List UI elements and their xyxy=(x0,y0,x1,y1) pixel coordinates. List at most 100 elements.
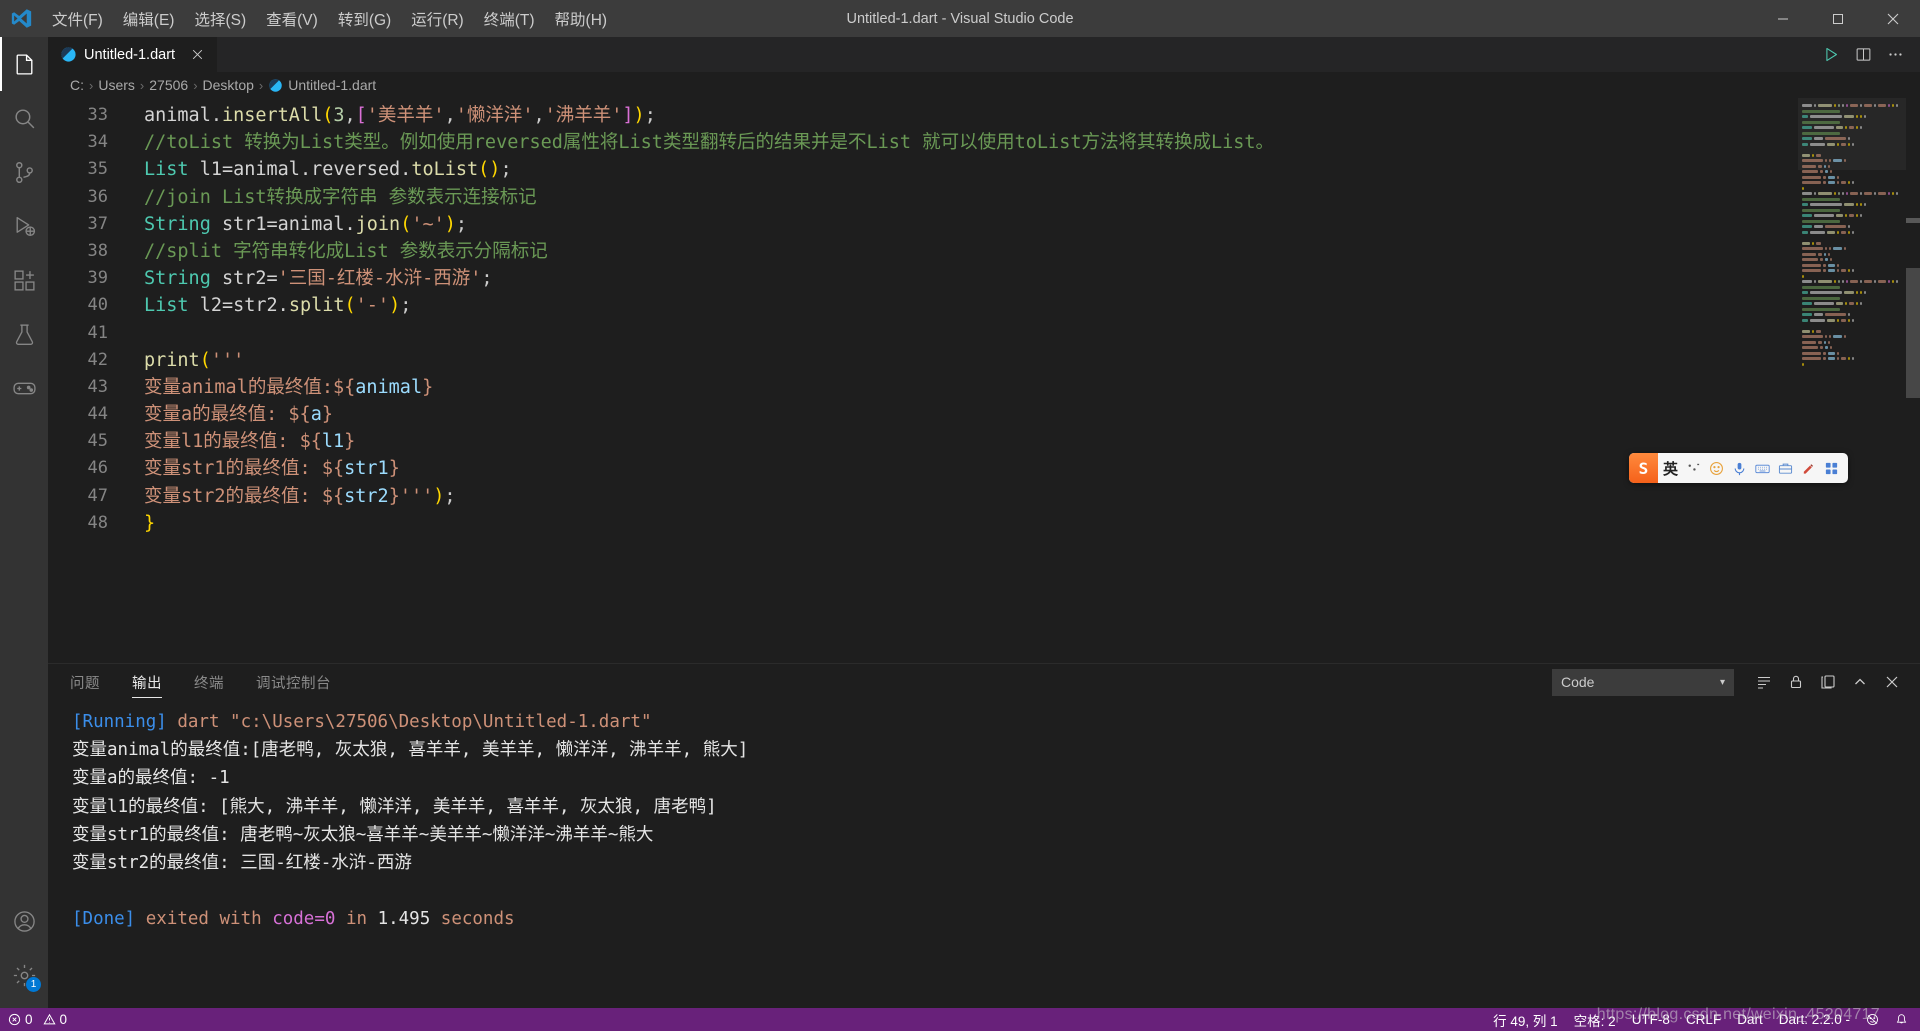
panel-tab-problems[interactable]: 问题 xyxy=(70,664,116,700)
line-content[interactable]: } xyxy=(132,510,1920,537)
line-content[interactable]: 变量l1的最终值: ${l1} xyxy=(132,428,1920,455)
activity-search[interactable] xyxy=(0,91,48,145)
minimap[interactable] xyxy=(1798,98,1906,663)
line-content[interactable]: //toList 转换为List类型。例如使用reversed属性将List类型… xyxy=(132,129,1920,156)
lock-icon[interactable] xyxy=(1782,668,1810,696)
minimize-button[interactable] xyxy=(1755,0,1810,37)
editor-tab-bar[interactable]: Untitled-1.dart xyxy=(48,37,1920,72)
status-right[interactable]: 行 49, 列 1 空格: 2 UTF-8 CRLF Dart Dart: 2.… xyxy=(1485,1008,1920,1031)
ime-toolbox-icon[interactable] xyxy=(1775,453,1796,483)
ime-mode-cn-icon[interactable]: 英 xyxy=(1660,453,1681,483)
activity-settings[interactable]: 1 xyxy=(0,948,48,1002)
code-line[interactable]: 47 变量str2的最终值: ${str2}'''); xyxy=(48,483,1920,510)
window-controls[interactable] xyxy=(1755,0,1920,37)
activity-extensions[interactable] xyxy=(0,253,48,307)
status-bar[interactable]: 0 0 行 49, 列 1 空格: 2 UTF-8 CRLF Dart Dart… xyxy=(0,1006,1920,1031)
tab-untitled-1-dart[interactable]: Untitled-1.dart xyxy=(48,37,219,72)
menu-view[interactable]: 查看(V) xyxy=(256,0,328,37)
output-channel-select[interactable]: Code ▾ xyxy=(1552,668,1734,696)
editor-actions[interactable] xyxy=(1816,37,1920,72)
ime-toolbar[interactable]: S 英 xyxy=(1629,453,1848,483)
menu-edit[interactable]: 编辑(E) xyxy=(113,0,185,37)
status-errors[interactable]: 0 0 xyxy=(0,1008,75,1031)
panel-tab-output[interactable]: 输出 xyxy=(116,664,178,700)
breadcrumb[interactable]: C: › Users › 27506 › Desktop › Untitled-… xyxy=(48,72,1920,98)
code-line[interactable]: 43 变量animal的最终值:${animal} xyxy=(48,374,1920,401)
ime-emoji-icon[interactable] xyxy=(1706,453,1727,483)
activity-testing[interactable] xyxy=(0,307,48,361)
code-editor[interactable]: 33 animal.insertAll(3,['美羊羊','懒洋洋','沸羊羊']… xyxy=(48,98,1920,663)
menu-file[interactable]: 文件(F) xyxy=(42,0,113,37)
panel-actions[interactable]: Code ▾ xyxy=(1552,668,1920,696)
close-icon[interactable] xyxy=(188,46,206,64)
breadcrumb-item-0[interactable]: C: xyxy=(70,77,84,93)
ime-apps-icon[interactable] xyxy=(1821,453,1842,483)
editor-scrollbar[interactable] xyxy=(1906,98,1920,663)
status-notifications[interactable] xyxy=(1887,1008,1920,1031)
close-button[interactable] xyxy=(1865,0,1920,37)
maximize-button[interactable] xyxy=(1810,0,1865,37)
menu-bar[interactable]: 文件(F) 编辑(E) 选择(S) 查看(V) 转到(G) 运行(R) 终端(T… xyxy=(42,0,617,37)
code-line[interactable]: 37 String str1=animal.join('~'); xyxy=(48,211,1920,238)
line-content[interactable]: String str1=animal.join('~'); xyxy=(132,211,1920,238)
ime-skin-icon[interactable] xyxy=(1798,453,1819,483)
open-settings-icon[interactable] xyxy=(1814,668,1842,696)
ime-tone-icon[interactable] xyxy=(1683,453,1704,483)
status-cursor-position[interactable]: 行 49, 列 1 xyxy=(1485,1008,1566,1031)
status-left[interactable]: 0 0 xyxy=(0,1008,75,1031)
chevron-up-icon[interactable] xyxy=(1846,668,1874,696)
status-eol[interactable]: CRLF xyxy=(1678,1008,1729,1031)
breadcrumb-item-4[interactable]: Untitled-1.dart xyxy=(268,77,376,93)
status-dart-version[interactable]: Dart: 2.2.0 - xyxy=(1771,1008,1858,1031)
code-line[interactable]: 39 String str2='三国-红楼-水浒-西游'; xyxy=(48,265,1920,292)
line-content[interactable]: print(''' xyxy=(132,347,1920,374)
menu-selection[interactable]: 选择(S) xyxy=(184,0,256,37)
code-line[interactable]: 38 //split 字符串转化成List 参数表示分隔标记 xyxy=(48,238,1920,265)
activity-bar[interactable]: 1 xyxy=(0,37,48,1008)
close-icon[interactable] xyxy=(1878,668,1906,696)
code-line[interactable]: 44 变量a的最终值: ${a} xyxy=(48,401,1920,428)
code-line[interactable]: 48} xyxy=(48,510,1920,537)
panel-tab-terminal[interactable]: 终端 xyxy=(178,664,240,700)
code-line[interactable]: 42 print(''' xyxy=(48,347,1920,374)
breadcrumb-item-2[interactable]: 27506 xyxy=(149,77,188,93)
code-line[interactable]: 34 //toList 转换为List类型。例如使用reversed属性将List… xyxy=(48,129,1920,156)
status-encoding[interactable]: UTF-8 xyxy=(1624,1008,1678,1031)
code-line[interactable]: 35 List l1=animal.reversed.toList(); xyxy=(48,156,1920,183)
line-content[interactable]: 变量str2的最终值: ${str2}'''); xyxy=(132,483,1920,510)
code-line[interactable]: 33 animal.insertAll(3,['美羊羊','懒洋洋','沸羊羊']… xyxy=(48,102,1920,129)
run-play-icon[interactable] xyxy=(1816,40,1846,70)
split-editor-icon[interactable] xyxy=(1848,40,1878,70)
code-line[interactable]: 40 List l2=str2.split('-'); xyxy=(48,292,1920,319)
status-language-mode[interactable]: Dart xyxy=(1729,1008,1771,1031)
status-feedback[interactable] xyxy=(1858,1008,1887,1031)
activity-explorer[interactable] xyxy=(0,37,48,91)
breadcrumb-item-1[interactable]: Users xyxy=(98,77,135,93)
code-line[interactable]: 36 //join List转换成字符串 参数表示连接标记 xyxy=(48,184,1920,211)
status-indentation[interactable]: 空格: 2 xyxy=(1566,1008,1624,1031)
ime-keyboard-icon[interactable] xyxy=(1752,453,1773,483)
output-content[interactable]: [Running] dart "c:\Users\27506\Desktop\U… xyxy=(48,700,1920,1008)
menu-terminal[interactable]: 终端(T) xyxy=(474,0,545,37)
editor-scrollbar-thumb[interactable] xyxy=(1906,268,1920,398)
panel-header[interactable]: 问题 输出 终端 调试控制台 Code ▾ xyxy=(48,664,1920,700)
line-content[interactable]: List l2=str2.split('-'); xyxy=(132,292,1920,319)
line-content[interactable]: animal.insertAll(3,['美羊羊','懒洋洋','沸羊羊']); xyxy=(132,102,1920,129)
menu-run[interactable]: 运行(R) xyxy=(401,0,474,37)
line-content[interactable]: //join List转换成字符串 参数表示连接标记 xyxy=(132,184,1920,211)
activity-gamepad[interactable] xyxy=(0,361,48,415)
line-content[interactable]: //split 字符串转化成List 参数表示分隔标记 xyxy=(132,238,1920,265)
clear-output-icon[interactable] xyxy=(1750,668,1778,696)
menu-go[interactable]: 转到(G) xyxy=(328,0,401,37)
code-line[interactable]: 41 xyxy=(48,320,1920,347)
line-content[interactable]: String str2='三国-红楼-水浒-西游'; xyxy=(132,265,1920,292)
ime-logo-icon[interactable]: S xyxy=(1629,453,1658,483)
code-line[interactable]: 45 变量l1的最终值: ${l1} xyxy=(48,428,1920,455)
ime-voice-icon[interactable] xyxy=(1729,453,1750,483)
activity-account[interactable] xyxy=(0,894,48,948)
line-content[interactable]: 变量a的最终值: ${a} xyxy=(132,401,1920,428)
panel-tab-debug-console[interactable]: 调试控制台 xyxy=(240,664,347,700)
activity-run-debug[interactable] xyxy=(0,199,48,253)
breadcrumb-item-3[interactable]: Desktop xyxy=(203,77,254,93)
line-content[interactable]: 变量animal的最终值:${animal} xyxy=(132,374,1920,401)
